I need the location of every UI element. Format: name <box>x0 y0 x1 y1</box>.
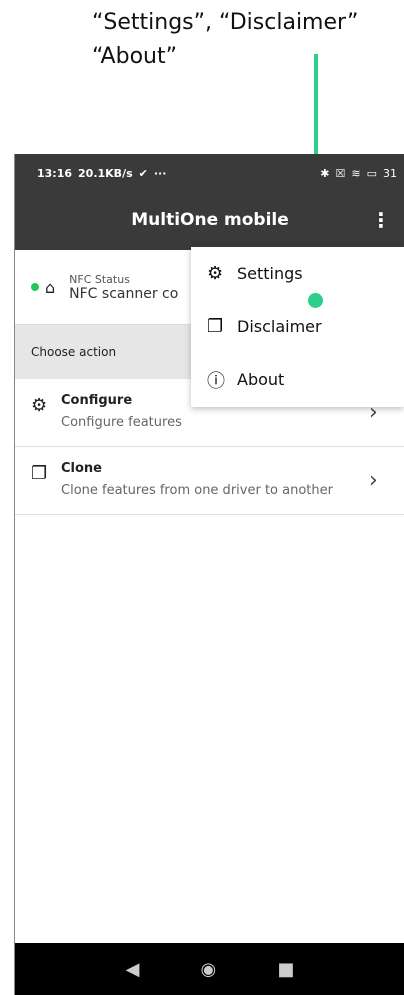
info-icon: ⓘ <box>207 370 225 392</box>
nfc-value: NFC scanner co <box>69 285 179 302</box>
app-title: MultiOne mobile <box>131 210 289 230</box>
wifi-icon: ≋ <box>351 166 361 180</box>
bluetooth-icon: ✱ <box>320 166 330 180</box>
status-bar: 13:16 20.1KB/s ✔ ··· ✱ ☒ ≋ ▭ 31 <box>15 154 404 192</box>
annotation: “Settings”, “Disclaimer” “About” <box>0 0 404 308</box>
action-subtitle: Clone features from one driver to anothe… <box>61 483 333 498</box>
battery-level: 31 <box>383 166 397 180</box>
action-subtitle: Configure features <box>61 415 182 430</box>
overflow-menu-icon[interactable]: ⋮ <box>371 208 391 232</box>
document-icon: ❐ <box>207 316 224 337</box>
overflow-menu: ⚙ Settings ❐ Disclaimer ⓘ About <box>191 247 404 407</box>
annotation-line-2: “About” <box>92 44 178 69</box>
app-bar: MultiOne mobile ⋮ <box>15 192 404 250</box>
chevron-right-icon: › <box>369 468 378 493</box>
nfc-label: NFC Status <box>69 272 130 286</box>
back-button[interactable]: ◀ <box>126 959 140 980</box>
home-button[interactable]: ◉ <box>201 959 217 980</box>
menu-item-label: Settings <box>237 264 303 283</box>
signal-icon: ☒ <box>335 166 346 180</box>
action-row-clone[interactable]: ❐ Clone Clone features from one driver t… <box>15 447 404 515</box>
menu-item-settings[interactable]: ⚙ Settings <box>191 247 404 300</box>
nfc-status-dot <box>31 283 39 291</box>
menu-item-label: Disclaimer <box>237 317 322 336</box>
status-speed: 20.1KB/s <box>78 166 133 180</box>
gear-icon: ⚙ <box>207 263 224 284</box>
menu-item-about[interactable]: ⓘ About <box>191 353 404 406</box>
gear-icon: ⚙ <box>31 395 48 416</box>
menu-item-disclaimer[interactable]: ❐ Disclaimer <box>191 300 404 353</box>
status-time: 13:16 <box>37 166 73 180</box>
clone-icon: ❐ <box>31 463 48 484</box>
action-title: Clone <box>61 461 102 476</box>
recent-apps-button[interactable]: ■ <box>277 959 294 980</box>
battery-icon: ▭ <box>366 166 377 180</box>
annotation-line-1: “Settings”, “Disclaimer” <box>92 10 359 35</box>
nfc-icon: ⌂ <box>45 277 56 297</box>
android-nav-bar: ◀ ◉ ■ <box>15 943 404 995</box>
check-icon: ✔ <box>138 166 148 180</box>
more-icon: ··· <box>153 166 167 180</box>
menu-item-label: About <box>237 370 285 389</box>
pointer-dot <box>308 293 323 308</box>
